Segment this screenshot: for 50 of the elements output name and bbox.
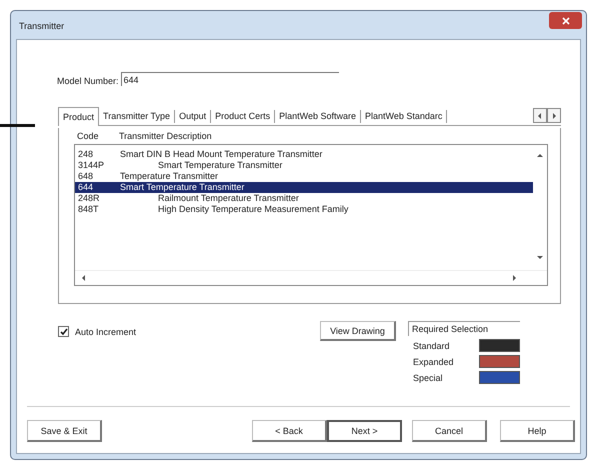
scroll-left-icon[interactable] (81, 275, 87, 281)
tab[interactable]: Product (58, 107, 100, 126)
description-cell-text: Railmount Temperature Transmitter (157, 193, 299, 204)
legend-label: Standard (413, 340, 450, 350)
description-cell-text: High Density Temperature Measurement Family (157, 204, 348, 215)
list-row[interactable]: 3144P Smart Temperature Transmitter (75, 160, 533, 171)
code-cell-text: 644 (77, 182, 94, 193)
tab[interactable]: Output (175, 110, 212, 123)
scroll-down-icon[interactable] (537, 254, 543, 260)
description-cell: Smart DIN B Head Mount Temperature Transmitter (120, 149, 322, 160)
selected-row[interactable]: 644 Smart Temperature Transmitter (75, 182, 533, 193)
dialog-button[interactable]: Cancel (412, 420, 487, 442)
dialog-button[interactable]: Next > (327, 420, 402, 442)
tab[interactable]: Product Certs (211, 110, 276, 123)
description-cell: Temperature Transmitter (120, 171, 218, 182)
model-number-label: Model Number: (57, 76, 119, 86)
description-cell: Smart Temperature Transmitter (120, 182, 244, 193)
tab[interactable]: PlantWeb Software (275, 110, 361, 123)
legend-label: Expanded (413, 356, 454, 366)
close-icon (562, 16, 570, 24)
code-cell-text: 248 (77, 149, 94, 160)
checkbox[interactable] (58, 326, 69, 337)
model-number-field[interactable]: 644 (120, 72, 339, 86)
description-cell-text: Smart Temperature Transmitter (157, 160, 282, 171)
dialog-button[interactable]: < Back (252, 420, 327, 442)
list-row[interactable]: 248 Smart DIN B Head Mount Temperature Transmitter (75, 149, 533, 160)
scroll-right-icon[interactable] (511, 275, 517, 281)
view-drawing-button[interactable]: View Drawing (320, 321, 396, 341)
column-header: Transmitter Description (119, 131, 212, 141)
scroll-left-icon[interactable] (537, 112, 543, 118)
dialog-button[interactable]: Help (500, 420, 575, 442)
scroll-up-icon[interactable] (537, 153, 543, 159)
window-title: Transmitter (19, 21, 64, 31)
code-cell-text: 848T (77, 204, 100, 215)
legend-title: Required Selection (408, 321, 520, 336)
code-cell-text: 648 (77, 171, 94, 182)
tab[interactable]: Transmitter Type (99, 110, 176, 123)
list-row[interactable]: 648 Temperature Transmitter (75, 171, 533, 182)
code-cell-text: 3144P (77, 160, 106, 171)
list-row[interactable]: 848T High Density Temperature Measurement Family (75, 204, 533, 215)
save-exit-button[interactable]: Save & Exit (27, 420, 102, 442)
column-header: Code (76, 131, 100, 141)
close-button[interactable] (549, 12, 582, 29)
checkbox-label: Auto Increment (75, 326, 136, 336)
leader-line (0, 124, 35, 127)
legend-label: Special (413, 372, 443, 382)
code-cell-text: 248R (77, 193, 101, 204)
tab[interactable]: PlantWeb Standarc (361, 110, 448, 123)
list-row[interactable]: 248R Railmount Temperature Transmitter (75, 193, 533, 204)
scroll-right-icon[interactable] (551, 112, 557, 118)
